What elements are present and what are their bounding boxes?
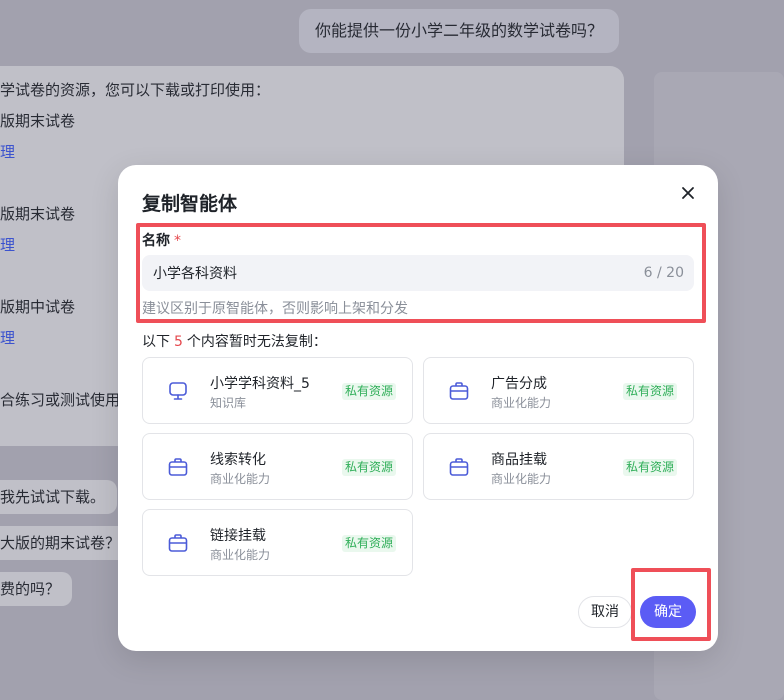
item-title: 商品挂载	[491, 452, 547, 468]
item-subtitle: 商业化能力	[491, 472, 552, 486]
confirm-button-highlight	[631, 568, 711, 641]
notice-count: 5	[174, 334, 183, 350]
item-title: 线索转化	[210, 452, 266, 468]
close-icon	[682, 187, 694, 199]
private-resource-badge: 私有资源	[341, 459, 396, 476]
item-subtitle: 商业化能力	[491, 396, 552, 410]
uncopyable-item: 线索转化 商业化能力 私有资源	[142, 433, 413, 500]
close-button[interactable]	[676, 181, 700, 205]
private-resource-badge: 私有资源	[341, 383, 396, 400]
item-subtitle: 商业化能力	[210, 472, 271, 486]
notice-suffix: 个内容暂时无法复制：	[186, 334, 327, 350]
name-field-highlight	[136, 223, 706, 323]
dialog-title: 复制智能体	[142, 193, 238, 215]
uncopyable-item: 广告分成 商业化能力 私有资源	[423, 357, 694, 424]
item-title: 小学学科资料_5	[210, 376, 310, 392]
private-resource-badge: 私有资源	[341, 535, 396, 552]
item-subtitle: 知识库	[210, 396, 247, 410]
briefcase-icon	[449, 382, 469, 400]
copy-agent-dialog: 复制智能体 名称 * 小学各科资料 6 / 20 建议区别于原智能体，否则影响上架…	[118, 165, 718, 651]
briefcase-icon	[168, 458, 188, 476]
private-resource-badge: 私有资源	[622, 383, 677, 400]
briefcase-icon	[168, 534, 188, 552]
uncopyable-item: 商品挂载 商业化能力 私有资源	[423, 433, 694, 500]
item-title: 广告分成	[491, 376, 547, 392]
uncopyable-item: 链接挂载 商业化能力 私有资源	[142, 509, 413, 576]
briefcase-icon	[449, 458, 469, 476]
monitor-icon	[169, 382, 187, 400]
private-resource-badge: 私有资源	[622, 459, 677, 476]
uncopyable-item: 小学学科资料_5 知识库 私有资源	[142, 357, 413, 424]
uncopyable-notice: 以下 5 个内容暂时无法复制：	[142, 331, 327, 351]
item-title: 链接挂载	[210, 528, 266, 544]
item-subtitle: 商业化能力	[210, 548, 271, 562]
notice-prefix: 以下	[142, 334, 170, 350]
cancel-button[interactable]: 取消	[578, 596, 632, 628]
